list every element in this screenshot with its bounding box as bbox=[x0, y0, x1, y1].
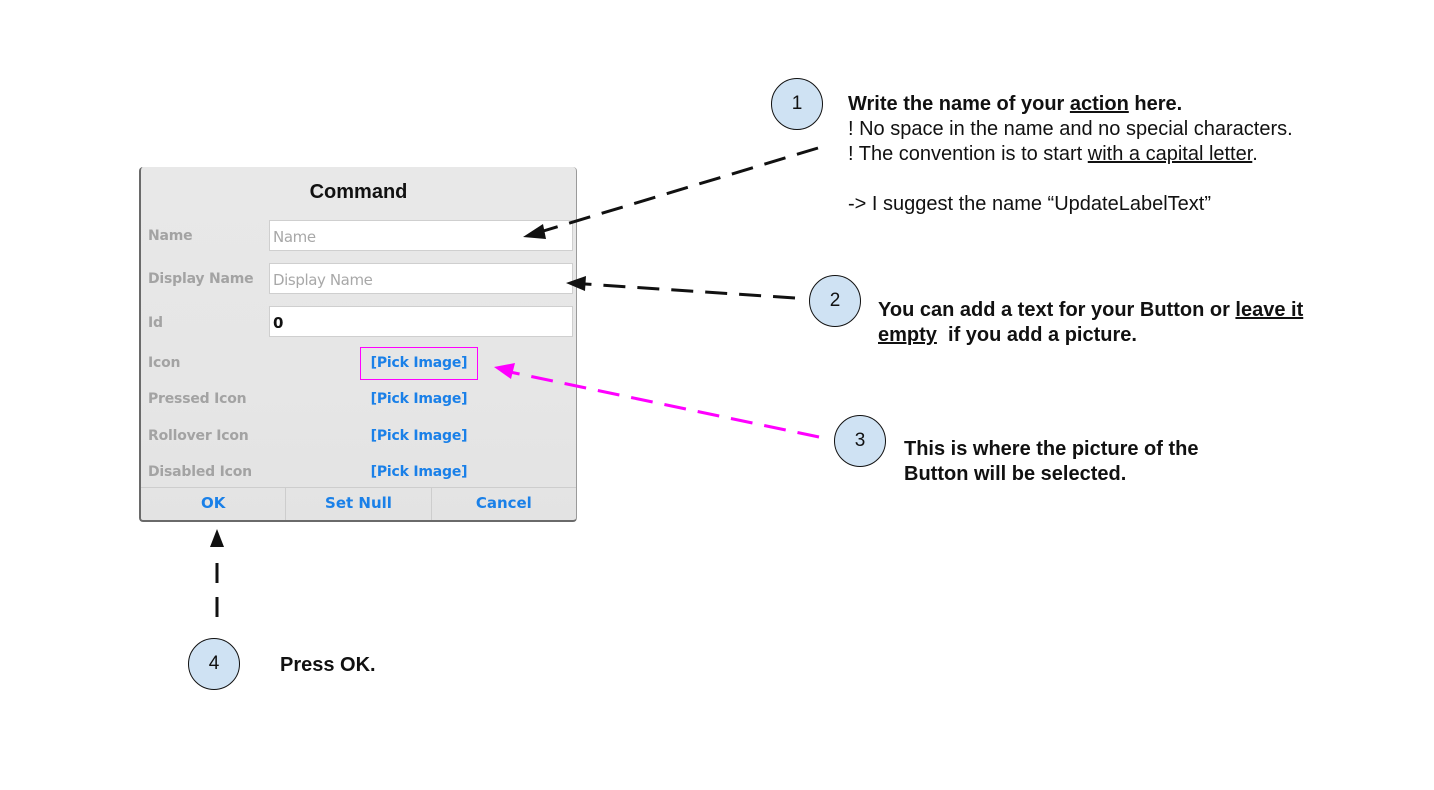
callout-1-heading: Write the name of your action here. bbox=[848, 93, 1183, 115]
callout-1-suggestion: -> I suggest the name “UpdateLabelText” bbox=[848, 193, 1211, 215]
arrow-2 bbox=[566, 276, 796, 300]
callout-2-line2: empty if you add a picture. bbox=[878, 324, 1137, 346]
callout-3-badge: 3 bbox=[834, 415, 886, 467]
callout-3-line2: Button will be selected. bbox=[904, 463, 1127, 485]
callout-1-line3: ! The convention is to start with a capi… bbox=[848, 143, 1258, 165]
callout-1-line2: ! No space in the name and no special ch… bbox=[848, 118, 1293, 140]
callout-1-text: Write the name of your action here. ! No… bbox=[848, 92, 1293, 217]
callout-2-text: You can add a text for your Button or le… bbox=[878, 298, 1303, 348]
arrow-3 bbox=[494, 363, 820, 439]
arrow-3-head bbox=[494, 363, 515, 379]
arrow-4-head bbox=[210, 529, 224, 547]
callout-3-text: This is where the picture of the Button … bbox=[904, 437, 1199, 487]
arrow-1 bbox=[523, 146, 819, 239]
callout-2-line1: You can add a text for your Button or le… bbox=[878, 299, 1304, 321]
arrow-2-head bbox=[566, 276, 586, 291]
callout-1-badge: 1 bbox=[771, 78, 823, 130]
callout-3-line1: This is where the picture of the bbox=[904, 438, 1199, 460]
arrow-1-head bbox=[523, 224, 546, 239]
callout-4-text: Press OK. bbox=[280, 654, 376, 676]
callout-2-badge: 2 bbox=[809, 275, 861, 327]
callout-4-badge: 4 bbox=[188, 638, 240, 690]
arrow-4 bbox=[210, 529, 224, 617]
